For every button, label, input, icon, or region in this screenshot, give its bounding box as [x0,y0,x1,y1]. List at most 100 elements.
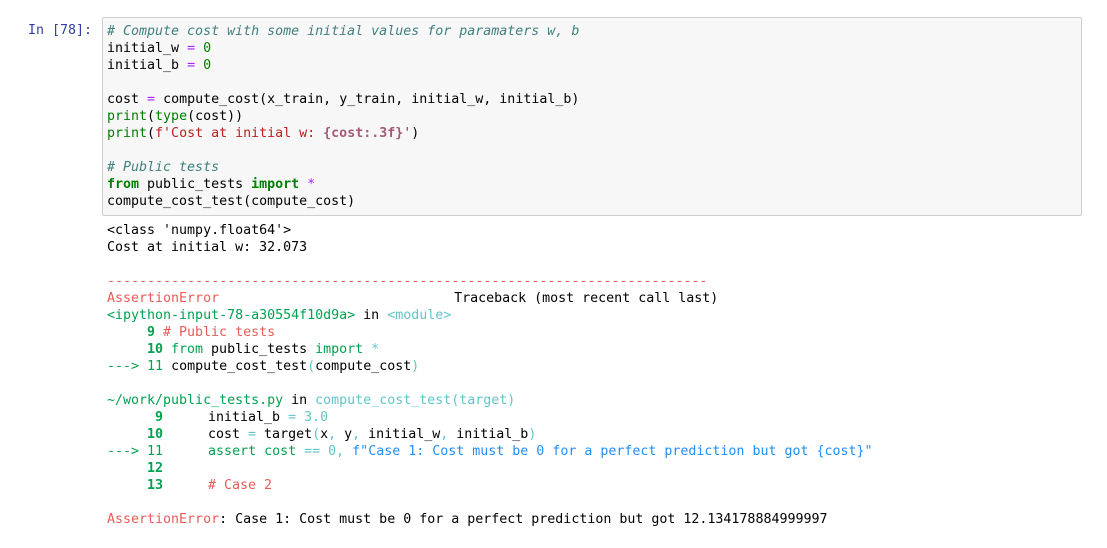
traceback-line: 9 initial_b = 3.0 [107,409,873,426]
output-line-blank [107,375,873,392]
traceback-code: cost [208,427,249,442]
traceback-keyword: import [315,342,364,357]
code-line: from public_tests import * [107,176,579,193]
traceback-code: initial_b [448,427,529,442]
final-error-line: AssertionError: Case 1: Cost must be 0 f… [107,511,873,528]
traceback-paren: ( [307,359,316,374]
code-builtin: type [155,109,188,124]
code-line: initial_w = 0 [107,40,579,57]
separator-dashes: ----------------------------------------… [107,274,708,289]
error-arrow: ---> 11 [107,444,164,459]
code-operator: = [187,58,196,73]
frame-file: <ipython-input-78-a30554f10d9a> [107,308,356,323]
traceback-comma: , [328,427,337,442]
code-operator: * [299,177,316,192]
code-editor[interactable]: # Compute cost with some initial values … [107,23,579,210]
code-paren: (cost)) [187,109,244,124]
error-arrow: ---> 11 [107,359,164,374]
traceback-header: AssertionError Traceback (most recent cal… [107,290,873,307]
code-comment: # Public tests [107,160,220,175]
traceback-code: initial_b [208,410,289,425]
cell-prompt: In [78]: [28,23,93,38]
traceback-paren: ( [312,427,321,442]
frame-function: compute_cost_test(target) [315,393,516,408]
traceback-code: # Public tests [163,325,276,340]
traceback-paren: ) [528,427,537,442]
code-paren: ( [147,126,156,141]
frame-function: <module> [387,308,452,323]
line-number: 10 [146,427,163,442]
code-string: f'Cost at initial w: [155,126,324,141]
error-message: : Case 1: Cost must be 0 for a perfect p… [219,512,828,527]
cell-output: <class 'numpy.float64'> Cost at initial … [107,222,873,528]
traceback-line: 10 from public_tests import * [107,341,873,358]
code-line: print(f'Cost at initial w: {cost:.3f}') [107,125,579,142]
frame-in: in [355,308,388,323]
traceback-number: 0 [320,444,337,459]
code-operator: = [187,41,196,56]
traceback-code: target [256,427,313,442]
traceback-comma: , [352,427,361,442]
traceback-line: ---> 11 compute_cost_test(compute_cost) [107,358,873,375]
code-paren: ( [147,109,156,124]
code-builtin: print [107,109,148,124]
traceback-keyword: from [171,342,204,357]
output-text: <class 'numpy.float64'> [107,223,292,238]
traceback-operator: * [363,342,380,357]
code-operator: = [147,92,156,107]
traceback-line: 10 cost = target(x, y, initial_w, initial… [107,426,873,443]
traceback-string: f"Case 1: Cost must be 0 for a perfect p… [344,444,873,459]
code-line: # Compute cost with some initial values … [107,23,579,40]
error-name: AssertionError [107,291,220,306]
code-number: 0 [203,58,212,73]
code-var: cost [107,92,140,107]
output-line: <class 'numpy.float64'> [107,222,873,239]
traceback-code: public_tests [203,342,316,357]
output-line-blank [107,256,873,273]
traceback-title: Traceback (most recent call last) [454,291,719,306]
code-call: compute_cost_test(compute_cost) [107,194,356,209]
code-var: initial_b [107,58,180,73]
traceback-paren: ) [411,359,420,374]
traceback-frame: <ipython-input-78-a30554f10d9a> in <modu… [107,307,873,324]
traceback-keyword: assert cost [208,444,305,459]
frame-file: ~/work/public_tests.py [107,393,284,408]
traceback-line: 12 [107,460,873,477]
code-builtin: print [107,126,148,141]
line-number: 13 [146,478,163,493]
traceback-code: compute_cost_test [171,359,308,374]
code-comment: # Compute cost with some initial values … [107,24,580,39]
code-cell-input[interactable]: # Compute cost with some initial values … [102,17,1082,216]
traceback-comment: # Case 2 [208,478,273,493]
code-line: cost = compute_cost(x_train, y_train, in… [107,91,579,108]
line-number: 9 [154,410,163,425]
traceback-frame: ~/work/public_tests.py in compute_cost_t… [107,392,873,409]
code-call: compute_cost(x_train, y_train, initial_w… [163,92,580,107]
traceback-separator: ----------------------------------------… [107,273,873,290]
code-line: print(type(cost)) [107,108,579,125]
traceback-code: initial_w [360,427,441,442]
traceback-operator: = [248,427,257,442]
line-number: 12 [146,461,163,476]
output-line-blank [107,494,873,511]
traceback-line: 9 # Public tests [107,324,873,341]
code-paren: ) [411,126,420,141]
traceback-operator: = [288,410,297,425]
code-var: initial_w [107,41,180,56]
error-name: AssertionError [107,512,220,527]
code-number: 0 [203,41,212,56]
traceback-code: x [320,427,329,442]
output-line: Cost at initial w: 32.073 [107,239,873,256]
traceback-number: 3.0 [296,410,329,425]
frame-in: in [283,393,316,408]
traceback-code: y [336,427,353,442]
line-number: 10 [146,342,163,357]
traceback-operator: == [304,444,321,459]
code-keyword: from [107,177,140,192]
traceback-comma: , [336,444,345,459]
code-module: public_tests [139,177,252,192]
code-line: compute_cost_test(compute_cost) [107,193,579,210]
code-line: initial_b = 0 [107,57,579,74]
